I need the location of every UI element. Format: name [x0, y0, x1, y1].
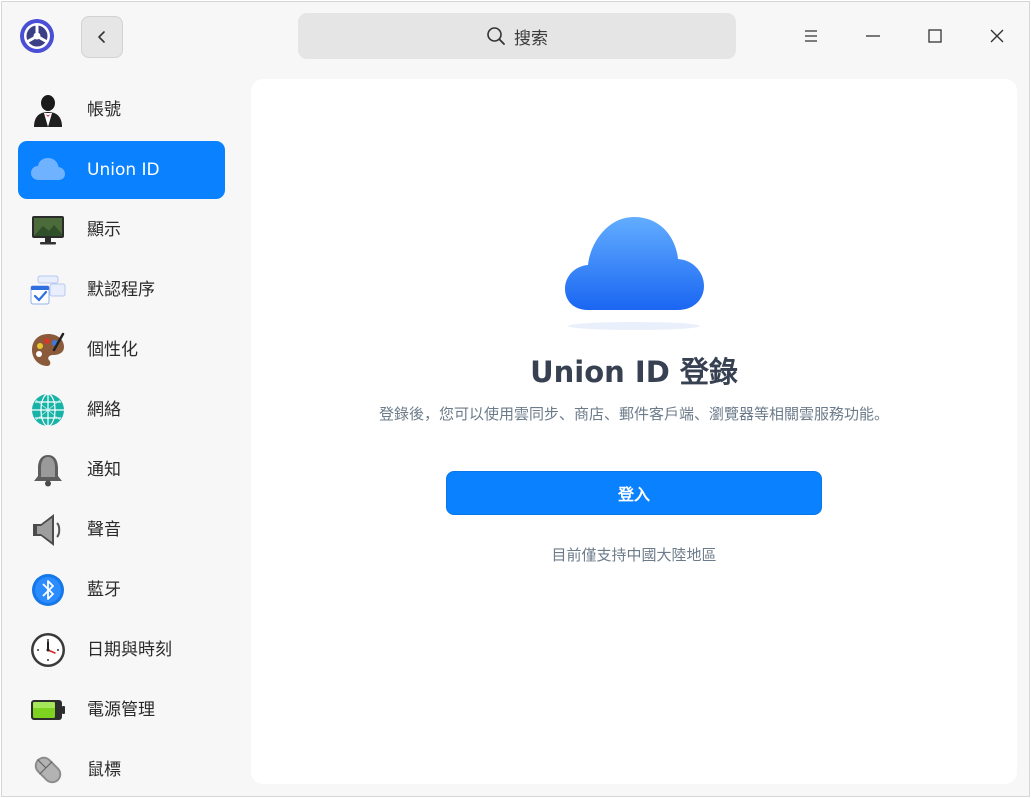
palette-icon [32, 332, 65, 366]
sidebar-item-label: 顯示 [87, 220, 121, 240]
sidebar: 帳號 Union ID 顯示 默認程序 個性化 網絡 通知 聲音 藍牙 日期與時… [2, 68, 239, 796]
sidebar-item-display[interactable]: 顯示 [18, 201, 225, 259]
sidebar-item-datetime[interactable]: 日期與時刻 [18, 621, 225, 679]
sidebar-item-sound[interactable]: 聲音 [18, 501, 225, 559]
sidebar-item-union-id[interactable]: Union ID [18, 141, 225, 199]
sidebar-item-label: 默認程序 [87, 280, 155, 300]
sidebar-item-label: Union ID [87, 160, 160, 180]
bluetooth-icon [32, 574, 64, 606]
minimize-icon [866, 35, 880, 37]
back-button[interactable] [81, 16, 123, 58]
close-icon [990, 29, 1004, 43]
account-icon [34, 95, 62, 127]
maximize-button[interactable] [915, 16, 955, 56]
clock-icon [31, 633, 65, 667]
speaker-icon [33, 514, 61, 546]
sidebar-item-network[interactable]: 網絡 [18, 381, 225, 439]
cloud-icon [31, 158, 65, 180]
sidebar-item-mouse[interactable]: 鼠標 [18, 741, 225, 796]
network-globe-icon [32, 393, 64, 427]
chevron-left-icon [98, 31, 105, 43]
search-icon [487, 27, 505, 45]
default-apps-icon [30, 275, 66, 305]
display-icon [32, 216, 64, 245]
union-id-cloud-icon [565, 217, 704, 330]
app-logo-icon[interactable] [19, 18, 55, 54]
mouse-icon [34, 756, 62, 784]
sidebar-item-default-apps[interactable]: 默認程序 [18, 261, 225, 319]
sidebar-item-account[interactable]: 帳號 [18, 81, 225, 139]
menu-icon [805, 30, 817, 42]
battery-icon [31, 700, 65, 720]
menu-button[interactable] [791, 16, 831, 56]
sidebar-item-label: 藍牙 [87, 580, 121, 600]
minimize-button[interactable] [853, 16, 893, 56]
search-input[interactable]: 搜索 [298, 13, 736, 59]
sidebar-item-bluetooth[interactable]: 藍牙 [18, 561, 225, 619]
sidebar-item-label: 網絡 [87, 400, 121, 420]
sidebar-item-label: 通知 [87, 460, 121, 480]
sidebar-item-label: 日期與時刻 [87, 640, 172, 660]
region-note: 目前僅支持中國大陸地區 [551, 546, 717, 564]
maximize-icon [928, 29, 942, 43]
search-placeholder: 搜索 [514, 28, 548, 49]
sidebar-item-label: 個性化 [87, 340, 138, 360]
login-button[interactable]: 登入 [446, 471, 822, 515]
union-id-description: 登錄後，您可以使用雲同步、商店、郵件客戶端、瀏覽器等相關雲服務功能。 [378, 405, 889, 423]
sidebar-item-label: 電源管理 [87, 700, 155, 720]
sidebar-item-power[interactable]: 電源管理 [18, 681, 225, 739]
titlebar: 搜索 [2, 2, 1029, 68]
sidebar-item-personalization[interactable]: 個性化 [18, 321, 225, 379]
sidebar-item-notifications[interactable]: 通知 [18, 441, 225, 499]
control-center-window: 搜索 帳號 Union ID 顯示 默認程序 個性化 網絡 通知 聲音 藍牙 日… [1, 1, 1030, 797]
union-id-panel: Union ID 登錄 登錄後，您可以使用雲同步、商店、郵件客戶端、瀏覽器等相關… [251, 79, 1017, 784]
sidebar-item-label: 帳號 [87, 100, 121, 120]
bell-icon [34, 455, 62, 487]
sidebar-item-label: 聲音 [87, 520, 121, 540]
sidebar-item-label: 鼠標 [87, 760, 121, 780]
close-button[interactable] [977, 16, 1017, 56]
page-title: Union ID 登錄 [530, 355, 738, 389]
